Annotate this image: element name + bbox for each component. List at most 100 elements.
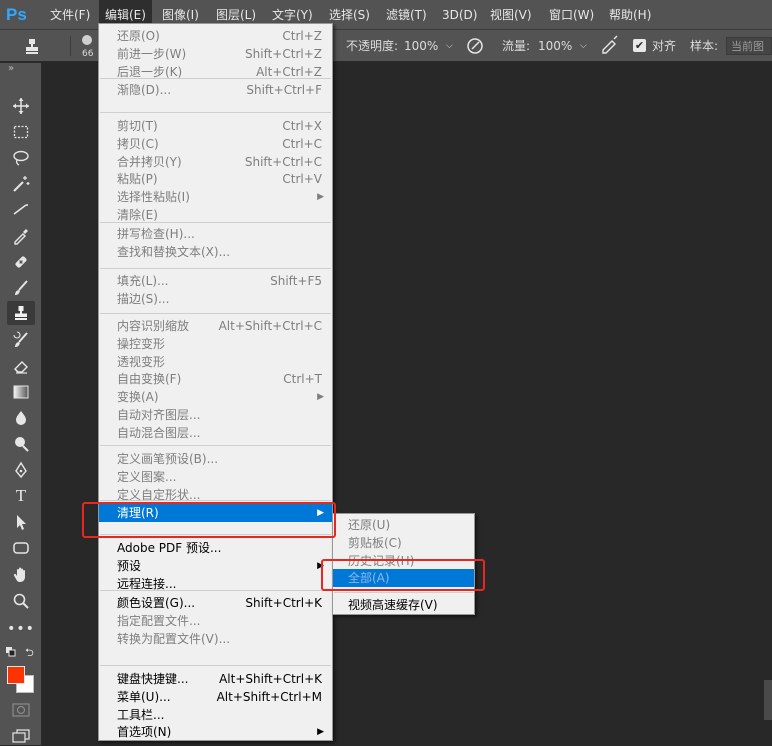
menu-separator	[100, 78, 331, 79]
eraser-tool-icon[interactable]	[7, 354, 35, 378]
edit-menu-item[interactable]: 定义画笔预设(B)...	[99, 450, 332, 468]
edit-menu-item[interactable]: 定义图案...	[99, 468, 332, 486]
purge-menu-item[interactable]: 剪贴板(C)	[333, 534, 474, 552]
edit-menu-item[interactable]: 预设 ▶	[99, 557, 332, 575]
foreground-color-swatch[interactable]	[7, 666, 25, 684]
edit-menu-item[interactable]: 渐隐(D)... Shift+Ctrl+F	[99, 81, 332, 99]
more-tools-icon[interactable]: •••	[7, 617, 35, 641]
menu-filter[interactable]: 滤镜(T)	[380, 0, 433, 30]
callout-purge-all	[321, 559, 485, 591]
purge-menu-item[interactable]: 视频高速缓存(V)	[333, 596, 474, 614]
pressure-opacity-icon[interactable]	[466, 30, 484, 62]
edit-menu-item[interactable]: 合并拷贝(Y) Shift+Ctrl+C	[99, 153, 332, 171]
edit-menu-item[interactable]: 操控变形	[99, 335, 332, 353]
marquee-tool-icon[interactable]	[7, 120, 35, 144]
edit-menu-item[interactable]: 工具栏...	[99, 706, 332, 724]
eyedropper-icon[interactable]	[7, 224, 35, 248]
edit-menu-item[interactable]: 还原(O) Ctrl+Z	[99, 27, 332, 45]
edit-menu-item[interactable]: 前进一步(W) Shift+Ctrl+Z	[99, 45, 332, 63]
clone-stamp-preset-icon[interactable]	[22, 30, 42, 62]
menu-item-label: 菜单(U)...	[117, 689, 171, 704]
flow-chevron-down-icon[interactable]: ⌵	[580, 30, 587, 62]
edit-menu-item[interactable]: 粘贴(P) Ctrl+V	[99, 170, 332, 188]
edit-menu-item[interactable]: 拷贝(C) Ctrl+C	[99, 135, 332, 153]
menu-item-label: 键盘快捷键...	[117, 672, 189, 686]
zoom-tool-icon[interactable]	[7, 589, 35, 613]
menu-item-label: 内容识别缩放	[117, 319, 190, 333]
purge-menu-item[interactable]: 还原(U)	[333, 516, 474, 534]
opacity-value[interactable]: 100%	[404, 30, 438, 62]
dodge-tool-icon[interactable]	[7, 432, 35, 456]
menu-item-label: 剪切(T)	[117, 119, 158, 133]
edit-menu-item[interactable]: Adobe PDF 预设...	[99, 539, 332, 557]
submenu-arrow-icon: ▶	[317, 392, 324, 403]
menu-item-shortcut: Shift+Ctrl+F	[246, 83, 322, 97]
callout-purge-item	[82, 502, 336, 538]
quick-mask-icon[interactable]	[12, 703, 30, 717]
magic-wand-icon[interactable]	[7, 172, 35, 196]
menu-item-label: 合并拷贝(Y)	[117, 154, 182, 169]
edit-menu-dropdown: 还原(O) Ctrl+Z 前进一步(W) Shift+Ctrl+Z 后退一步(K) Alt…	[98, 23, 333, 741]
menu-item-label: 粘贴(P)	[117, 172, 158, 187]
edit-menu-item[interactable]: 变换(A) ▶	[99, 388, 332, 406]
edit-menu-item[interactable]: 选择性粘贴(I) ▶	[99, 188, 332, 206]
history-brush-icon[interactable]	[7, 328, 35, 352]
menu-item-shortcut: Shift+F5	[270, 274, 322, 288]
sample-select[interactable]: 当前图	[726, 37, 772, 55]
default-colors-icon[interactable]	[6, 646, 16, 657]
edit-menu-item[interactable]: 查找和替换文本(X)...	[99, 243, 332, 261]
edit-menu-item[interactable]: 描边(S)...	[99, 290, 332, 308]
menu-item-shortcut: Alt+Shift+Ctrl+M	[216, 689, 322, 704]
crop-tool-icon[interactable]	[7, 198, 35, 222]
edit-menu-item[interactable]: 内容识别缩放 Alt+Shift+Ctrl+C	[99, 317, 332, 335]
edit-menu-item[interactable]: 自动混合图层...	[99, 424, 332, 442]
edit-menu-item[interactable]: 填充(L)... Shift+F5	[99, 272, 332, 290]
submenu-arrow-icon: ▶	[317, 192, 324, 203]
screen-mode-icon[interactable]	[12, 729, 30, 743]
menu-3d[interactable]: 3D(D)	[436, 0, 483, 30]
menu-window[interactable]: 窗口(W)	[543, 0, 600, 30]
edit-menu-item[interactable]: 指定配置文件...	[99, 612, 332, 630]
edit-menu-item[interactable]: 键盘快捷键... Alt+Shift+Ctrl+K	[99, 670, 332, 688]
pen-tool-icon[interactable]	[7, 458, 35, 482]
edit-menu-item[interactable]: 自由变换(F) Ctrl+T	[99, 370, 332, 388]
lasso-tool-icon[interactable]	[7, 146, 35, 170]
menu-separator	[100, 313, 331, 314]
edit-menu-item[interactable]: 首选项(N) ▶	[99, 723, 332, 741]
edit-menu-item[interactable]: 颜色设置(G)... Shift+Ctrl+K	[99, 594, 332, 612]
menu-item-label: 变换(A)	[117, 390, 159, 405]
airbrush-icon[interactable]	[600, 30, 620, 62]
menu-item-label: 颜色设置(G)...	[117, 596, 196, 610]
edit-menu-item[interactable]: 菜单(U)... Alt+Shift+Ctrl+M	[99, 688, 332, 706]
type-tool-icon[interactable]: T	[7, 484, 35, 508]
healing-brush-icon[interactable]	[7, 250, 35, 274]
clone-stamp-tool-icon[interactable]	[7, 301, 35, 325]
rectangle-tool-icon[interactable]	[7, 536, 35, 560]
align-checkbox[interactable]: ✔	[633, 39, 646, 52]
photoshop-logo: Ps	[6, 5, 27, 24]
menu-item-label: 透视变形	[117, 354, 166, 369]
brush-tool-icon[interactable]	[7, 276, 35, 300]
path-selection-icon[interactable]	[7, 510, 35, 534]
menu-item-label: 拷贝(C)	[117, 136, 159, 151]
menu-item-label: 视频高速缓存(V)	[348, 598, 438, 612]
menu-separator	[100, 665, 331, 666]
swap-colors-icon[interactable]: ⮌	[25, 644, 34, 663]
blur-tool-icon[interactable]	[7, 406, 35, 430]
edit-menu-item[interactable]: 自动对齐图层...	[99, 406, 332, 424]
flow-value[interactable]: 100%	[538, 30, 572, 62]
hand-tool-icon[interactable]	[7, 563, 35, 587]
edit-menu-item[interactable]: 透视变形	[99, 353, 332, 371]
opacity-chevron-down-icon[interactable]: ⌵	[446, 30, 453, 62]
move-tool-icon[interactable]	[7, 94, 35, 118]
collapse-panel-icon[interactable]: »	[8, 63, 14, 74]
edit-menu-item[interactable]: 拼写检查(H)...	[99, 225, 332, 243]
edit-menu-item[interactable]: 剪切(T) Ctrl+X	[99, 117, 332, 135]
edit-menu-item[interactable]: 转换为配置文件(V)...	[99, 630, 332, 648]
gradient-tool-icon[interactable]	[7, 380, 35, 404]
menu-item-shortcut: Ctrl+X	[282, 119, 322, 133]
menu-view[interactable]: 视图(V)	[484, 0, 538, 30]
menu-help[interactable]: 帮助(H)	[603, 0, 657, 30]
menu-item-label: 首选项(N)	[117, 725, 172, 740]
menu-item-label: 剪贴板(C)	[348, 536, 402, 550]
